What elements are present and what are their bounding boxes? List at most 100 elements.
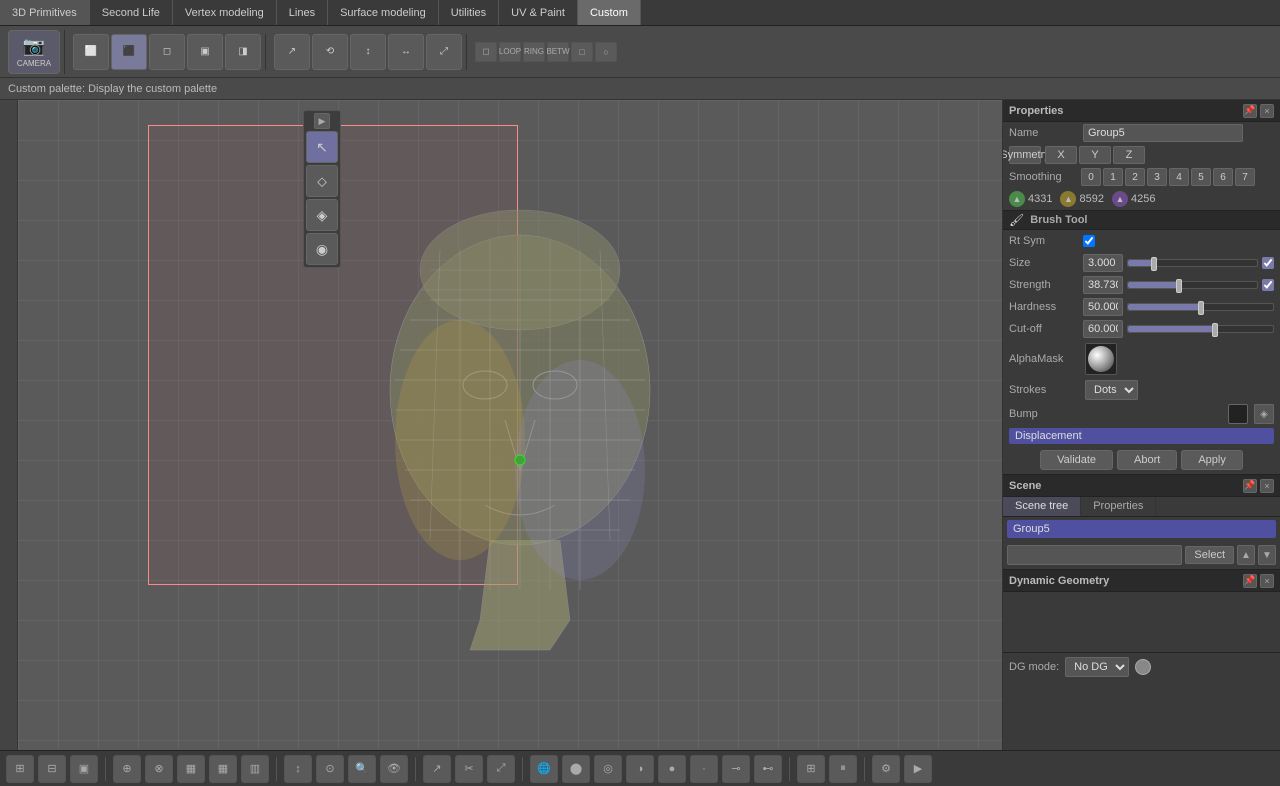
- size-input[interactable]: [1083, 254, 1123, 272]
- viewport[interactable]: ▶ ↖ ⬦ ◈ ◉: [18, 100, 1002, 750]
- cutoff-input[interactable]: [1083, 320, 1123, 338]
- smoothing-0[interactable]: 0: [1081, 168, 1101, 186]
- sel-mode-1[interactable]: ◻: [475, 42, 497, 62]
- tool-btn-5[interactable]: ⤢: [426, 34, 462, 70]
- smoothing-5[interactable]: 5: [1191, 168, 1211, 186]
- bottom-center[interactable]: ⊙: [316, 755, 344, 783]
- bottom-pause[interactable]: ⏸: [829, 755, 857, 783]
- smoothing-2[interactable]: 2: [1125, 168, 1145, 186]
- bottom-axis[interactable]: ↕: [284, 755, 312, 783]
- symmetry-z[interactable]: Z: [1113, 146, 1145, 164]
- bottom-grid6[interactable]: ▥: [241, 755, 269, 783]
- menu-vertex-modeling[interactable]: Vertex modeling: [173, 0, 277, 25]
- cutoff-thumb[interactable]: [1212, 323, 1218, 337]
- rt-sym-checkbox[interactable]: [1083, 235, 1095, 247]
- strength-input[interactable]: [1083, 276, 1123, 294]
- bottom-v1[interactable]: ⊸: [722, 755, 750, 783]
- scene-up-arrow[interactable]: ▲: [1237, 545, 1255, 565]
- properties-close[interactable]: ×: [1260, 104, 1274, 118]
- symmetry-y[interactable]: Y: [1079, 146, 1111, 164]
- hardness-input[interactable]: [1083, 298, 1123, 316]
- view-btn-3[interactable]: ◻: [149, 34, 185, 70]
- size-thumb[interactable]: [1151, 257, 1157, 271]
- bottom-eye[interactable]: 👁: [380, 755, 408, 783]
- menu-utilities[interactable]: Utilities: [439, 0, 499, 25]
- menu-lines[interactable]: Lines: [277, 0, 328, 25]
- menu-uv-paint[interactable]: UV & Paint: [499, 0, 578, 25]
- menu-surface-modeling[interactable]: Surface modeling: [328, 0, 439, 25]
- smoothing-3[interactable]: 3: [1147, 168, 1167, 186]
- dg-close[interactable]: ×: [1260, 574, 1274, 588]
- scene-properties-tab[interactable]: Properties: [1081, 497, 1156, 516]
- size-slider[interactable]: [1127, 257, 1274, 269]
- bump-color[interactable]: [1228, 404, 1248, 424]
- bottom-wire[interactable]: ◎: [594, 755, 622, 783]
- displacement-row[interactable]: Displacement: [1009, 428, 1274, 444]
- smoothing-7[interactable]: 7: [1235, 168, 1255, 186]
- scene-pin[interactable]: 📌: [1243, 479, 1257, 493]
- bottom-t2[interactable]: ✂: [455, 755, 483, 783]
- view-btn-1[interactable]: ⬜: [73, 34, 109, 70]
- sel-mode-loop[interactable]: LOOP: [499, 42, 521, 62]
- bottom-flat[interactable]: ●: [658, 755, 686, 783]
- sel-mode-4[interactable]: ○: [595, 42, 617, 62]
- smoothing-6[interactable]: 6: [1213, 168, 1233, 186]
- bottom-t1[interactable]: ↗: [423, 755, 451, 783]
- hardness-slider[interactable]: [1127, 303, 1274, 311]
- symmetry-x[interactable]: X: [1045, 146, 1077, 164]
- tool-collapse-arrow[interactable]: ▶: [314, 113, 330, 129]
- scene-group5-item[interactable]: Group5: [1007, 520, 1276, 538]
- sel-mode-ring[interactable]: RING: [523, 42, 545, 62]
- scene-close[interactable]: ×: [1260, 479, 1274, 493]
- hardness-track[interactable]: [1127, 303, 1274, 311]
- dg-mode-select[interactable]: No DG: [1065, 657, 1129, 677]
- bottom-shad[interactable]: ◑: [626, 755, 654, 783]
- bottom-snap[interactable]: ⊕: [113, 755, 141, 783]
- hardness-thumb[interactable]: [1198, 301, 1204, 315]
- tool-shape[interactable]: ◉: [306, 233, 338, 265]
- scene-select-button[interactable]: Select: [1185, 546, 1234, 564]
- symmetry-btn[interactable]: Symmetry: [1009, 146, 1041, 164]
- bottom-grid4[interactable]: ▦: [177, 755, 205, 783]
- smoothing-1[interactable]: 1: [1103, 168, 1123, 186]
- tool-paint[interactable]: ◈: [306, 199, 338, 231]
- validate-button[interactable]: Validate: [1040, 450, 1113, 470]
- size-lock[interactable]: [1262, 257, 1274, 269]
- bottom-grid3[interactable]: ▣: [70, 755, 98, 783]
- tool-select[interactable]: ↖: [306, 131, 338, 163]
- size-track[interactable]: [1127, 259, 1258, 267]
- bottom-sphere[interactable]: ⬤: [562, 755, 590, 783]
- sel-mode-3[interactable]: □: [571, 42, 593, 62]
- bottom-grid5[interactable]: ▦: [209, 755, 237, 783]
- cutoff-slider[interactable]: [1127, 325, 1274, 333]
- alphamask-preview[interactable]: [1085, 343, 1117, 375]
- tool-move[interactable]: ⬦: [306, 165, 338, 197]
- view-btn-5[interactable]: ◨: [225, 34, 261, 70]
- bottom-t3[interactable]: ⤢: [487, 755, 515, 783]
- apply-button[interactable]: Apply: [1181, 450, 1243, 470]
- strokes-select[interactable]: Dots: [1085, 380, 1138, 400]
- camera-button[interactable]: 📷 CAMERA: [8, 30, 60, 74]
- bottom-v2[interactable]: ⊷: [754, 755, 782, 783]
- bottom-grid7[interactable]: ⊞: [797, 755, 825, 783]
- strength-track[interactable]: [1127, 281, 1258, 289]
- scene-search-input[interactable]: [1007, 545, 1182, 565]
- abort-button[interactable]: Abort: [1117, 450, 1177, 470]
- bottom-pts[interactable]: ·: [690, 755, 718, 783]
- cutoff-track[interactable]: [1127, 325, 1274, 333]
- bottom-play[interactable]: ▶: [904, 755, 932, 783]
- strength-thumb[interactable]: [1176, 279, 1182, 293]
- scene-tree-tab[interactable]: Scene tree: [1003, 497, 1081, 516]
- tool-btn-4[interactable]: ↔: [388, 34, 424, 70]
- tool-btn-2[interactable]: ⟲: [312, 34, 348, 70]
- properties-pin[interactable]: 📌: [1243, 104, 1257, 118]
- tool-btn-1[interactable]: ↗: [274, 34, 310, 70]
- strength-lock[interactable]: [1262, 279, 1274, 291]
- bottom-globe[interactable]: 🌐: [530, 755, 558, 783]
- sel-mode-betw[interactable]: BETW: [547, 42, 569, 62]
- bottom-settings[interactable]: ⚙: [872, 755, 900, 783]
- bottom-grid1[interactable]: ⊞: [6, 755, 34, 783]
- name-input[interactable]: [1083, 124, 1243, 142]
- bottom-grid2[interactable]: ⊟: [38, 755, 66, 783]
- bump-icon-btn[interactable]: ◈: [1254, 404, 1274, 424]
